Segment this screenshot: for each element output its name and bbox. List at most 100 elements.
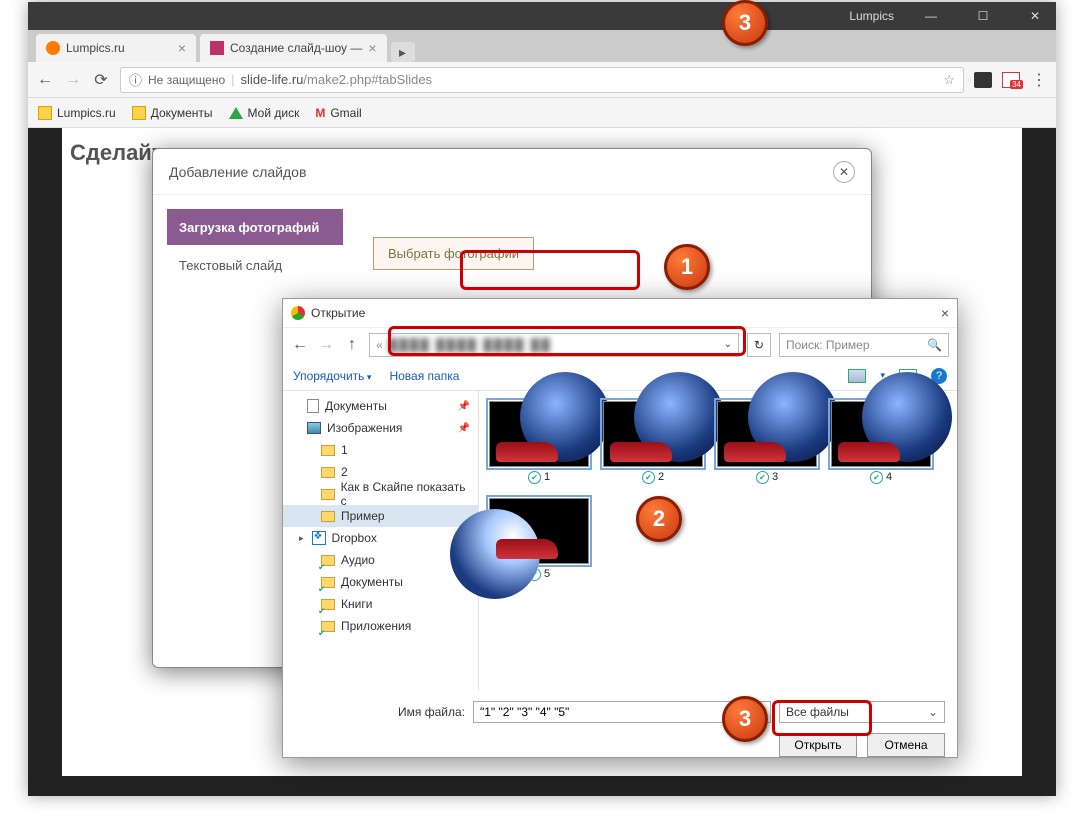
gmail-extension-icon[interactable]: 34 [1002, 72, 1020, 88]
nav-reload-icon[interactable]: ⟳ [92, 70, 110, 90]
folder-sync-icon [321, 621, 335, 632]
dialog-title: Открытие [311, 306, 365, 320]
tree-folder-1[interactable]: 1 [283, 439, 478, 461]
url-input[interactable]: ⓘ Не защищено | slide-life.ru/make2.php#… [120, 67, 964, 93]
tab-label: Lumpics.ru [66, 41, 125, 55]
modal-tab-list: Загрузка фотографий Текстовый слайд [153, 195, 353, 294]
drive-icon [229, 107, 243, 119]
folder-tree: Документы📌 Изображения📌 1 2 Как в Скайпе… [283, 391, 479, 691]
window-close[interactable]: ✕ [1020, 9, 1050, 23]
nav-back-icon[interactable]: ← [36, 71, 54, 89]
search-icon: 🔍 [927, 338, 942, 352]
nav-back-icon[interactable]: ← [291, 336, 309, 354]
search-placeholder: Поиск: Пример [786, 338, 870, 352]
address-bar: ← → ⟳ ⓘ Не защищено | slide-life.ru/make… [28, 62, 1056, 98]
file-thumb-4[interactable]: 4 [831, 401, 931, 484]
open-button[interactable]: Открыть [779, 733, 857, 757]
folder-icon [132, 106, 146, 120]
window-minimize[interactable]: — [916, 9, 946, 23]
cancel-button[interactable]: Отмена [867, 733, 945, 757]
view-mode-icon[interactable] [848, 369, 866, 383]
file-type-select[interactable]: Все файлы [779, 701, 945, 723]
folder-sync-icon [321, 555, 335, 566]
tree-folder-skype[interactable]: Как в Скайпе показать с [283, 483, 478, 505]
folder-sync-icon [321, 599, 335, 610]
folder-icon [321, 445, 335, 456]
gmail-icon: M [315, 106, 325, 120]
dialog-toolbar: Упорядочить Новая папка ▾ ? [283, 361, 957, 391]
new-folder-button[interactable]: Новая папка [389, 369, 459, 383]
folder-sync-icon [321, 577, 335, 588]
nav-forward-icon[interactable]: → [64, 71, 82, 89]
annotation-badge-3b: 3 [722, 696, 768, 742]
file-thumbnails: 1 2 3 4 5 [479, 391, 957, 691]
pin-icon: 📌 [458, 423, 470, 434]
window-title: Lumpics [849, 9, 894, 23]
filename-label: Имя файла: [295, 705, 465, 719]
file-thumb-2[interactable]: 2 [603, 401, 703, 484]
bookmarks-bar: Lumpics.ru Документы Мой диск MGmail [28, 98, 1056, 128]
tree-apps[interactable]: Приложения [283, 615, 478, 637]
tab-text-slide[interactable]: Текстовый слайд [167, 247, 343, 283]
annotation-badge-3: 3 [722, 0, 768, 46]
bookmark-item[interactable]: Документы [132, 106, 213, 120]
folder-icon [38, 106, 52, 120]
dropbox-icon [312, 531, 326, 545]
tab-close-icon[interactable]: × [178, 40, 186, 56]
chrome-icon [291, 306, 305, 320]
tree-images[interactable]: Изображения📌 [283, 417, 478, 439]
favicon-icon [46, 41, 60, 55]
pin-icon: 📌 [458, 401, 470, 412]
refresh-button[interactable]: ↻ [747, 333, 771, 357]
annotation-badge-2: 2 [636, 496, 682, 542]
bookmark-item[interactable]: Lumpics.ru [38, 106, 116, 120]
url-path: /make2.php#tabSlides [303, 72, 432, 87]
tree-folder-example[interactable]: Пример [283, 505, 478, 527]
nav-forward-icon[interactable]: → [317, 336, 335, 354]
document-icon [307, 399, 319, 413]
bookmark-item[interactable]: MGmail [315, 106, 361, 120]
security-icon: ⓘ [129, 70, 142, 89]
choose-photos-button[interactable]: Выбрать фотографии [373, 237, 534, 270]
search-input[interactable]: Поиск: Пример 🔍 [779, 333, 949, 357]
tree-audio[interactable]: Аудио [283, 549, 478, 571]
new-tab-button[interactable]: ▸ [391, 42, 415, 62]
browser-tabstrip: Lumpics.ru × Создание слайд-шоу — × ▸ [28, 30, 1056, 62]
folder-icon [321, 489, 335, 500]
dialog-footer: Имя файла: Все файлы Открыть Отмена [283, 691, 957, 767]
modal-close-button[interactable]: ✕ [833, 161, 855, 183]
tab-label: Создание слайд-шоу — [230, 41, 362, 55]
nav-up-icon[interactable]: ↑ [343, 336, 361, 354]
file-open-dialog: Открытие × ← → ↑ « ████ ████ ████ ██ ⌄ ↻… [282, 298, 958, 758]
dialog-nav: ← → ↑ « ████ ████ ████ ██ ⌄ ↻ Поиск: При… [283, 327, 957, 361]
chevron-down-icon[interactable]: ⌄ [724, 339, 732, 350]
dialog-titlebar: Открытие × [283, 299, 957, 327]
browser-menu-icon[interactable]: ⋮ [1030, 70, 1048, 90]
modal-header: Добавление слайдов ✕ [153, 149, 871, 195]
annotation-badge-1: 1 [664, 244, 710, 290]
image-icon [307, 422, 321, 434]
tree-books[interactable]: Книги [283, 593, 478, 615]
favicon-icon [210, 41, 224, 55]
tree-documents[interactable]: Документы📌 [283, 395, 478, 417]
tree-docs2[interactable]: Документы [283, 571, 478, 593]
security-label: Не защищено [148, 73, 225, 87]
modal-title: Добавление слайдов [169, 164, 306, 180]
file-thumb-1[interactable]: 1 [489, 401, 589, 484]
browser-tab-2[interactable]: Создание слайд-шоу — × [200, 34, 387, 62]
file-thumb-3[interactable]: 3 [717, 401, 817, 484]
url-host: slide-life.ru [241, 72, 304, 87]
folder-icon [321, 511, 335, 522]
extension-icon[interactable] [974, 72, 992, 88]
bookmark-item[interactable]: Мой диск [229, 106, 300, 120]
window-maximize[interactable]: ☐ [968, 9, 998, 23]
tab-upload-photos[interactable]: Загрузка фотографий [167, 209, 343, 245]
organize-menu[interactable]: Упорядочить [293, 369, 371, 383]
breadcrumb-path[interactable]: « ████ ████ ████ ██ ⌄ [369, 333, 739, 357]
dialog-close-button[interactable]: × [941, 305, 949, 321]
browser-tab-1[interactable]: Lumpics.ru × [36, 34, 196, 62]
file-thumb-5[interactable]: 5 [489, 498, 589, 581]
tab-close-icon[interactable]: × [368, 40, 376, 56]
star-icon[interactable]: ☆ [943, 72, 955, 88]
tree-dropbox[interactable]: ▸Dropbox [283, 527, 478, 549]
